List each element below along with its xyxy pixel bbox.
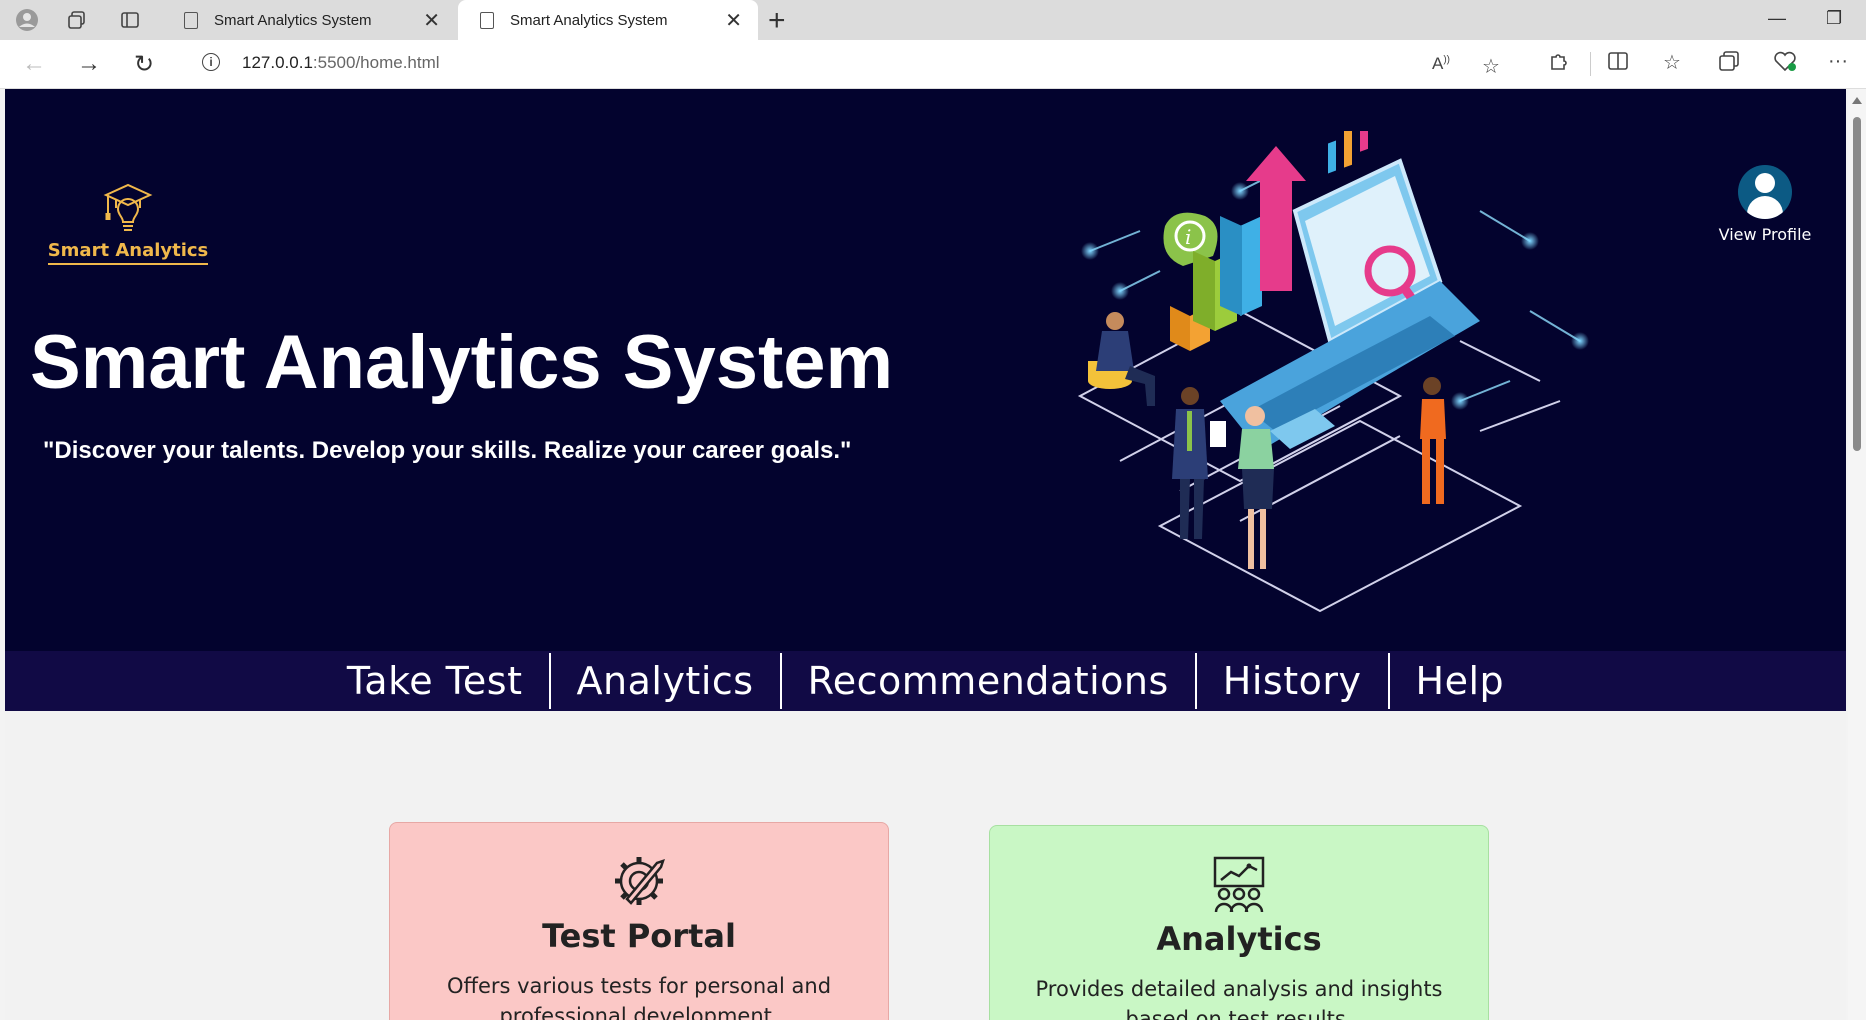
- profile-icon[interactable]: [14, 7, 40, 33]
- nav-help[interactable]: Help: [1390, 659, 1531, 703]
- page-viewport: Smart Analytics Smart Analytics System "…: [5, 89, 1846, 1020]
- nav-analytics[interactable]: Analytics: [551, 659, 780, 703]
- card-description: Offers various tests for personal and pr…: [446, 974, 832, 1020]
- tagline: "Discover your talents. Develop your ski…: [43, 437, 852, 464]
- site-info-icon[interactable]: i: [202, 53, 220, 71]
- hero-banner: Smart Analytics Smart Analytics System "…: [5, 89, 1846, 651]
- analytics-team-icon: [1213, 856, 1265, 913]
- favorites-icon[interactable]: ☆: [1663, 50, 1681, 75]
- refresh-button[interactable]: ↻: [128, 48, 160, 80]
- analytics-card[interactable]: Analytics Provides detailed analysis and…: [989, 825, 1489, 1020]
- nav-take-test[interactable]: Take Test: [321, 659, 549, 703]
- card-description: Provides detailed analysis and insights …: [1035, 977, 1443, 1020]
- graduation-cap-bulb-icon: [103, 183, 153, 231]
- card-title: Analytics: [1156, 920, 1322, 958]
- page-scrollbar[interactable]: [1848, 89, 1866, 1020]
- toolbar-divider: [1590, 52, 1591, 76]
- svg-text:i: i: [1185, 225, 1191, 249]
- page-title: Smart Analytics System: [30, 320, 894, 405]
- test-portal-card[interactable]: Test Portal Offers various tests for per…: [389, 822, 889, 1020]
- logo-text: Smart Analytics: [47, 240, 209, 265]
- page-icon: [480, 11, 494, 29]
- address-bar-row: ← → ↻ i 127.0.0.1:5500/home.html A)) ☆ ☆…: [0, 40, 1866, 89]
- gear-pencil-icon: [615, 857, 665, 905]
- favorite-star-icon[interactable]: ☆: [1482, 54, 1500, 79]
- tab-actions-icon[interactable]: [117, 7, 143, 33]
- back-button[interactable]: ←: [18, 48, 50, 80]
- url-text[interactable]: 127.0.0.1:5500/home.html: [242, 53, 440, 73]
- analytics-illustration: i: [1077, 131, 1589, 613]
- new-tab-button[interactable]: +: [768, 4, 786, 38]
- site-logo[interactable]: Smart Analytics: [43, 179, 213, 265]
- close-tab-icon[interactable]: ✕: [725, 8, 742, 33]
- minimize-button[interactable]: —: [1768, 8, 1786, 29]
- browser-tab-bar: Smart Analytics System ✕ Smart Analytics…: [0, 0, 1866, 40]
- scrollbar-thumb[interactable]: [1853, 117, 1861, 451]
- nav-recommendations[interactable]: Recommendations: [782, 659, 1195, 703]
- scroll-up-arrow-icon[interactable]: [1852, 97, 1862, 104]
- read-aloud-icon[interactable]: A)): [1432, 54, 1450, 74]
- extensions-icon[interactable]: [1548, 50, 1570, 78]
- page-icon: [184, 11, 198, 29]
- tab-title: Smart Analytics System: [214, 11, 372, 29]
- collections-icon[interactable]: [1718, 50, 1740, 78]
- tab-inactive[interactable]: Smart Analytics System ✕: [162, 0, 456, 40]
- address-bar[interactable]: i 127.0.0.1:5500/home.html A)) ☆: [180, 44, 1520, 82]
- user-avatar-icon: [1738, 165, 1792, 219]
- tab-title: Smart Analytics System: [510, 11, 668, 29]
- tab-active[interactable]: Smart Analytics System ✕: [458, 0, 758, 40]
- forward-button[interactable]: →: [73, 48, 105, 80]
- restore-button[interactable]: ❐: [1826, 8, 1842, 29]
- view-profile-button[interactable]: View Profile: [1705, 165, 1825, 244]
- card-title: Test Portal: [542, 917, 736, 955]
- browser-essentials-icon[interactable]: [1773, 50, 1797, 78]
- split-screen-icon[interactable]: [1607, 50, 1629, 78]
- close-tab-icon[interactable]: ✕: [423, 8, 440, 33]
- nav-history[interactable]: History: [1197, 659, 1388, 703]
- workspaces-icon[interactable]: [64, 7, 90, 33]
- settings-more-icon[interactable]: ···: [1828, 50, 1848, 73]
- view-profile-label: View Profile: [1718, 225, 1812, 244]
- main-nav: Take Test Analytics Recommendations Hist…: [5, 651, 1846, 711]
